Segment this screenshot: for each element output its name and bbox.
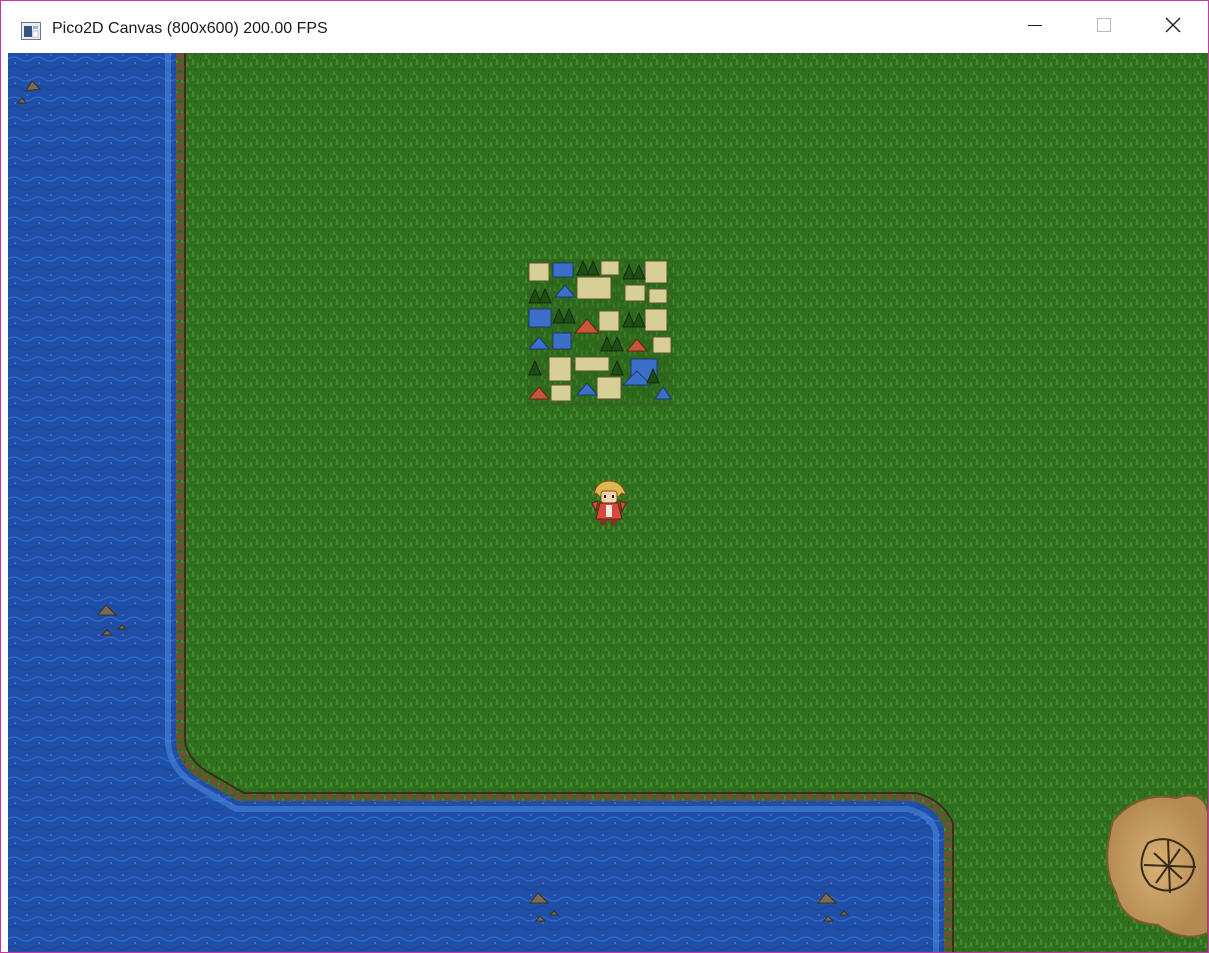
maximize-button[interactable] bbox=[1070, 1, 1138, 53]
player-character[interactable] bbox=[591, 480, 627, 525]
window-title: Pico2D Canvas (800x600) 200.00 FPS bbox=[52, 20, 328, 37]
game-canvas[interactable] bbox=[8, 53, 1208, 952]
close-button[interactable] bbox=[1139, 1, 1207, 53]
minimize-button[interactable] bbox=[1001, 1, 1069, 53]
app-window-icon bbox=[21, 22, 41, 40]
title-bar[interactable]: Pico2D Canvas (800x600) 200.00 FPS bbox=[1, 1, 1208, 53]
town[interactable] bbox=[527, 259, 673, 405]
maximize-icon bbox=[1097, 17, 1111, 37]
close-icon bbox=[1165, 17, 1181, 38]
app-window: Pico2D Canvas (800x600) 200.00 FPS bbox=[0, 0, 1209, 953]
minimize-icon bbox=[1028, 18, 1042, 37]
